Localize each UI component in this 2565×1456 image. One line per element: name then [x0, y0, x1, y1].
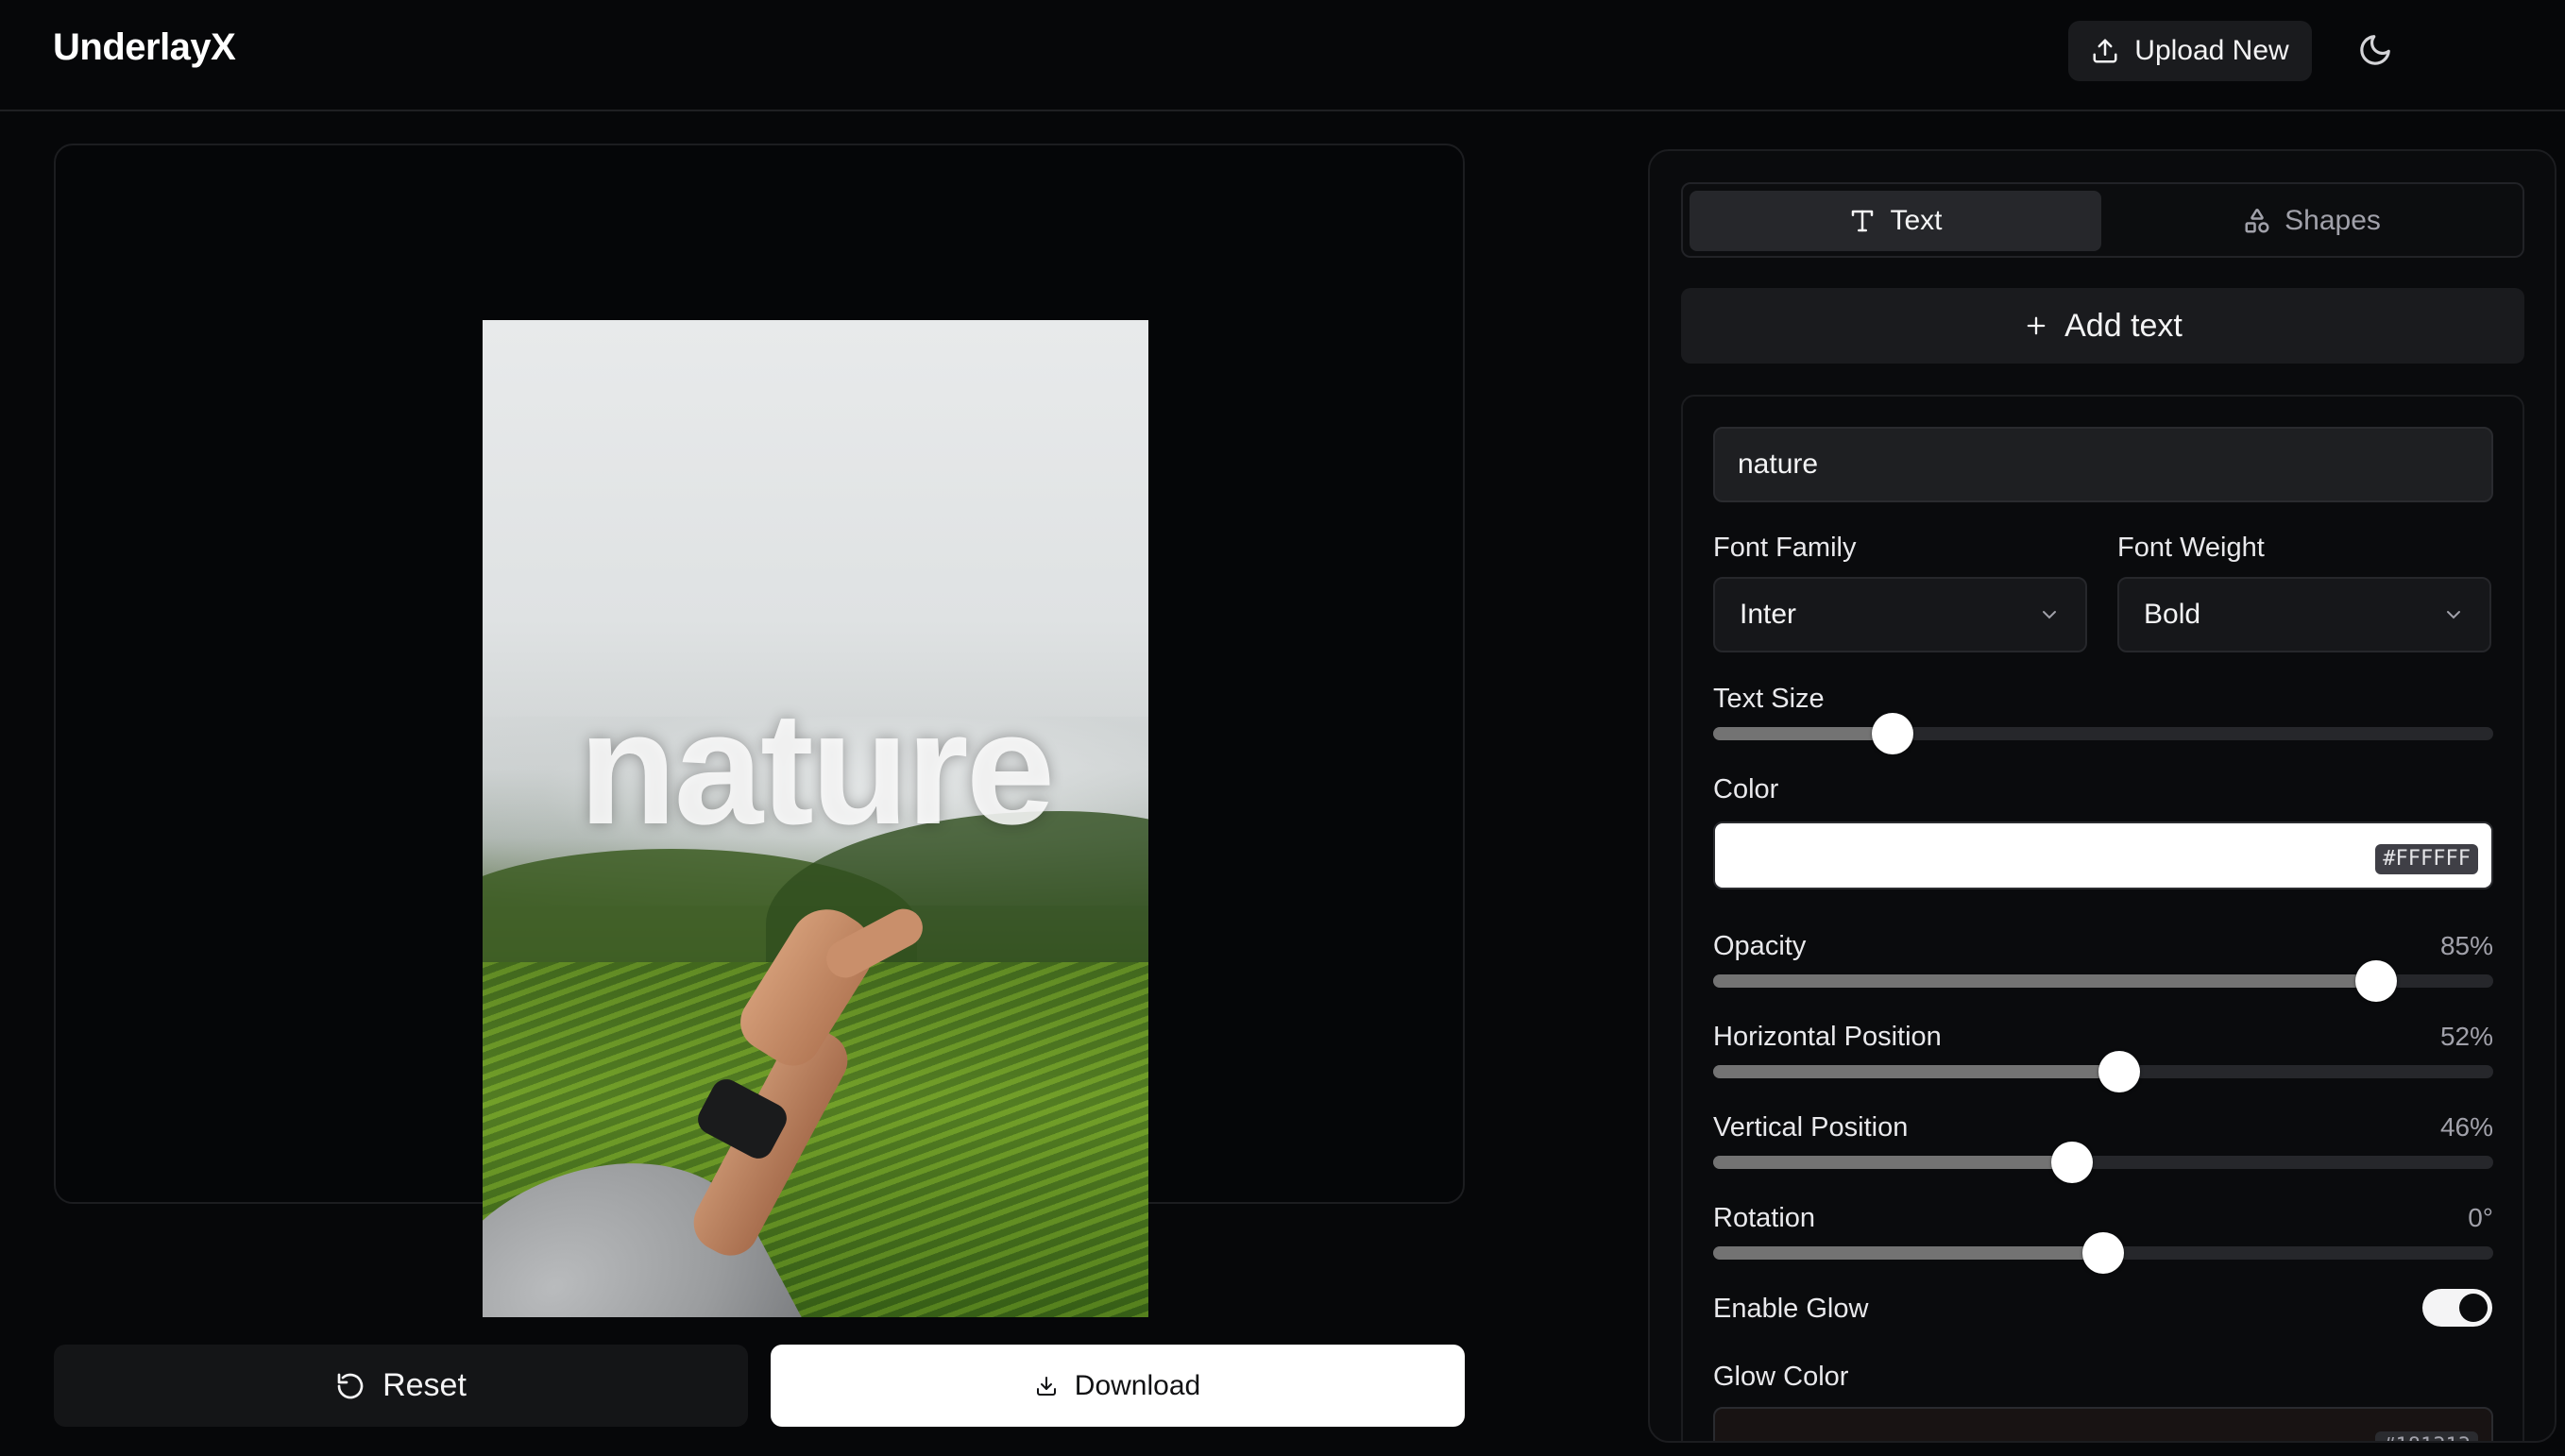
moon-icon: [2357, 32, 2393, 68]
upload-new-label: Upload New: [2134, 35, 2289, 66]
font-weight-label: Font Weight: [2117, 533, 2265, 563]
slider-fill: [1713, 974, 2377, 988]
reset-button[interactable]: Reset: [54, 1345, 748, 1427]
upload-icon: [2091, 37, 2119, 65]
glow-color-label: Glow Color: [1713, 1362, 1849, 1392]
tab-shapes-label: Shapes: [2285, 205, 2381, 236]
text-size-label: Text Size: [1713, 684, 1825, 714]
tab-text[interactable]: Text: [1690, 191, 2101, 251]
text-layer-card: Font Family Font Weight Inter Bold Text …: [1681, 395, 2524, 1441]
slider-thumb[interactable]: [1871, 713, 1913, 754]
slider-thumb[interactable]: [2098, 1051, 2140, 1092]
opacity-slider[interactable]: [1713, 960, 2493, 1002]
glow-color-hex-value: #181313: [2375, 1431, 2478, 1441]
download-label: Download: [1074, 1369, 1201, 1401]
slider-thumb[interactable]: [2082, 1232, 2124, 1274]
chevron-down-icon: [2038, 603, 2061, 626]
text-size-slider[interactable]: [1713, 713, 2493, 754]
horizontal-position-value: 52%: [2439, 1022, 2493, 1051]
slider-fill: [1713, 1246, 2103, 1260]
text-content-input[interactable]: [1713, 427, 2493, 502]
toggle-knob: [2459, 1294, 2488, 1322]
reset-label: Reset: [382, 1367, 467, 1403]
chevron-down-icon: [2442, 603, 2465, 626]
opacity-value: 85%: [2439, 931, 2493, 960]
editor-tabs: Text Shapes: [1681, 182, 2524, 258]
enable-glow-toggle[interactable]: [2422, 1289, 2492, 1327]
glow-color-picker[interactable]: #181313: [1713, 1407, 2493, 1441]
slider-thumb[interactable]: [2050, 1142, 2093, 1183]
font-family-select[interactable]: Inter: [1713, 577, 2087, 652]
slider-fill: [1713, 727, 1893, 740]
plus-icon: [2023, 313, 2049, 339]
font-weight-select[interactable]: Bold: [2117, 577, 2491, 652]
color-picker[interactable]: #FFFFFF: [1713, 821, 2493, 889]
color-hex-value: #FFFFFF: [2375, 844, 2478, 874]
tab-shapes[interactable]: Shapes: [2106, 191, 2518, 251]
horizontal-position-label: Horizontal Position: [1713, 1022, 1942, 1052]
font-family-value: Inter: [1740, 599, 1797, 630]
upload-new-button[interactable]: Upload New: [2068, 21, 2312, 81]
vertical-position-value: 46%: [2439, 1112, 2493, 1142]
reset-icon: [335, 1371, 365, 1401]
font-weight-value: Bold: [2144, 599, 2201, 630]
editor-panel: Text Shapes Add text Font Family Font We…: [1648, 149, 2557, 1443]
app-header: UnderlayX Upload New: [0, 0, 2565, 111]
shapes-icon: [2243, 207, 2271, 235]
add-text-button[interactable]: Add text: [1681, 288, 2524, 364]
enable-glow-label: Enable Glow: [1713, 1294, 1869, 1324]
app-logo: UnderlayX: [53, 26, 236, 68]
vertical-position-slider[interactable]: [1713, 1142, 2493, 1183]
horizontal-position-slider[interactable]: [1713, 1051, 2493, 1092]
download-icon: [1035, 1375, 1058, 1397]
download-button[interactable]: Download: [771, 1345, 1465, 1427]
vertical-position-label: Vertical Position: [1713, 1112, 1909, 1143]
slider-fill: [1713, 1065, 2119, 1078]
rotation-value: 0°: [2468, 1203, 2493, 1232]
add-text-label: Add text: [2064, 307, 2183, 344]
tab-text-label: Text: [1890, 205, 1943, 236]
theme-toggle-button[interactable]: [2352, 26, 2399, 74]
preview-canvas: nature: [54, 144, 1465, 1317]
color-label: Color: [1713, 774, 1779, 804]
text-icon: [1848, 207, 1877, 235]
slider-thumb[interactable]: [2355, 960, 2398, 1002]
preview-image: nature: [483, 320, 1148, 1317]
rotation-slider[interactable]: [1713, 1232, 2493, 1274]
rotation-label: Rotation: [1713, 1203, 1816, 1233]
opacity-label: Opacity: [1713, 931, 1807, 961]
font-family-label: Font Family: [1713, 533, 1857, 563]
overlay-text[interactable]: nature: [483, 688, 1148, 849]
slider-fill: [1713, 1156, 2072, 1169]
